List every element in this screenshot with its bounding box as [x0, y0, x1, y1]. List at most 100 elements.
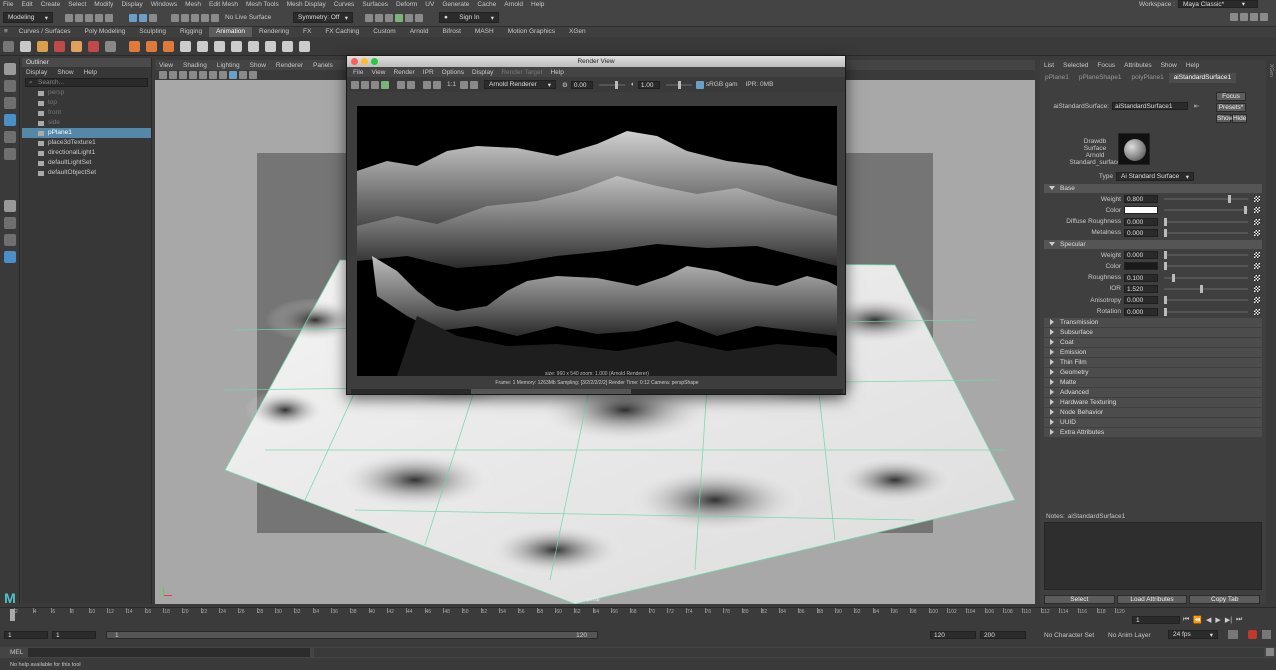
ipr-icon[interactable]: [381, 80, 389, 89]
attr-slider[interactable]: [1164, 217, 1248, 226]
symmetry-dropdown[interactable]: Symmetry: Off ▾: [293, 12, 353, 23]
outliner-item-place3dtexture1[interactable]: place3dTexture1: [22, 138, 151, 148]
render-region-icon[interactable]: [361, 80, 369, 89]
mode-dropdown[interactable]: Modeling ▾: [3, 12, 53, 23]
snap-grid-icon[interactable]: [171, 13, 179, 22]
wireframe-icon[interactable]: [209, 71, 217, 79]
shelf-tab-poly-modeling[interactable]: Poly Modeling: [77, 27, 132, 37]
loop-icon[interactable]: [1228, 630, 1238, 639]
slider-handle[interactable]: [1172, 273, 1175, 282]
slider-handle[interactable]: [1164, 296, 1167, 305]
render-menu-view[interactable]: View: [371, 69, 385, 76]
shelf-tab-sculpting[interactable]: Sculpting: [132, 27, 173, 37]
section-coat[interactable]: Coat: [1044, 338, 1262, 347]
pause-icon[interactable]: [415, 13, 423, 22]
map-texture-icon[interactable]: [1254, 218, 1260, 225]
viewport-menu-shading[interactable]: Shading: [183, 62, 207, 69]
image-plane-icon[interactable]: [189, 71, 197, 79]
rendered-image[interactable]: [357, 106, 837, 376]
slider-handle[interactable]: [1200, 284, 1203, 293]
make-live-icon[interactable]: [211, 13, 219, 22]
node-name-field[interactable]: aiStandardSurface1: [1112, 102, 1188, 110]
section-hardware-texturing[interactable]: Hardware Texturing: [1044, 398, 1262, 407]
shelf-tab-fx[interactable]: FX: [296, 27, 318, 37]
section-thin-film[interactable]: Thin Film: [1044, 358, 1262, 367]
show-button[interactable]: Show: [1216, 114, 1233, 123]
map-texture-icon[interactable]: [1254, 297, 1260, 304]
menu-uv[interactable]: UV: [425, 1, 434, 8]
map-texture-icon[interactable]: [1254, 229, 1260, 236]
lights-icon[interactable]: [239, 71, 247, 79]
playback-start-field[interactable]: 1: [52, 631, 96, 639]
menu-mesh-tools[interactable]: Mesh Tools: [246, 1, 279, 8]
character-set-label[interactable]: No Character Set: [1044, 632, 1094, 639]
menu-help[interactable]: Help: [531, 1, 544, 8]
workspace-dropdown[interactable]: Maya Classic* ▾: [1178, 0, 1258, 8]
move-tool-icon[interactable]: [3, 114, 16, 126]
menu-windows[interactable]: Windows: [151, 1, 177, 8]
section-transmission[interactable]: Transmission: [1044, 318, 1262, 327]
open-scene-icon[interactable]: [75, 13, 83, 22]
section-geometry[interactable]: Geometry: [1044, 368, 1262, 377]
time-slider[interactable]: 2 4 6 8 10 12 14 16 18 20 22 24 26 28 30 32 34 36 38 40 42 44…: [0, 607, 1276, 625]
shelf-tab-fx-caching[interactable]: FX Caching: [318, 27, 366, 37]
motion-trail-icon[interactable]: [129, 40, 140, 52]
map-texture-icon[interactable]: [1254, 274, 1260, 281]
rotate-tool-icon[interactable]: [3, 131, 16, 143]
joint-tool-icon[interactable]: [146, 40, 157, 52]
play-forward-icon[interactable]: ▶: [1215, 616, 1220, 624]
single-perspective-layout-icon[interactable]: [3, 200, 16, 212]
copy-tab-button[interactable]: Copy Tab: [1189, 595, 1261, 604]
save-scene-icon[interactable]: [85, 13, 93, 22]
real-size-button[interactable]: 1:1: [447, 81, 456, 88]
outliner-item-persp[interactable]: persp: [22, 88, 151, 98]
section-extra-attributes[interactable]: Extra Attributes: [1044, 428, 1262, 437]
redo-icon[interactable]: [105, 13, 113, 22]
menu-display[interactable]: Display: [121, 1, 142, 8]
attr-value-field[interactable]: 0.000: [1124, 296, 1158, 305]
ae-menu-attributes[interactable]: Attributes: [1124, 62, 1151, 69]
load-attributes-button[interactable]: Load Attributes: [1116, 595, 1188, 604]
attr-value-field[interactable]: 0.000: [1124, 251, 1158, 259]
gamma-slider[interactable]: [665, 80, 692, 89]
wire-icon[interactable]: [282, 40, 293, 52]
modeling-toolkit-icon[interactable]: [1230, 13, 1238, 21]
outliner-menu-help[interactable]: Help: [84, 69, 97, 76]
shelf-tab-arnold[interactable]: Arnold: [403, 27, 436, 37]
ae-menu-selected[interactable]: Selected: [1063, 62, 1088, 69]
maximize-window-icon[interactable]: [371, 58, 378, 65]
refresh-icon[interactable]: [397, 80, 405, 89]
step-forward-frame-icon[interactable]: ▶|: [1225, 616, 1232, 624]
hypershade-icon[interactable]: [395, 13, 403, 22]
ipr-render-icon[interactable]: [375, 13, 383, 22]
hide-button[interactable]: Hide: [1232, 114, 1247, 123]
shelf-tab-rendering[interactable]: Rendering: [252, 27, 296, 37]
outliner-item-top[interactable]: top: [22, 98, 151, 108]
map-texture-icon[interactable]: [1254, 207, 1260, 214]
paint-select-tool-icon[interactable]: [3, 97, 16, 109]
close-window-icon[interactable]: [351, 58, 358, 65]
key-translate-icon[interactable]: [54, 40, 65, 52]
attr-value-field[interactable]: 0.000: [1124, 307, 1158, 316]
slider-handle[interactable]: [1244, 206, 1247, 215]
exposure-slider[interactable]: [598, 80, 625, 89]
four-view-layout-icon[interactable]: [3, 217, 16, 229]
snap-curve-icon[interactable]: [181, 13, 189, 22]
new-scene-icon[interactable]: [65, 13, 73, 22]
shelf-menu-icon[interactable]: ≡: [0, 27, 12, 37]
perspective-outliner-layout-icon[interactable]: [3, 234, 16, 246]
attr-slider[interactable]: [1164, 262, 1248, 271]
menu-mesh[interactable]: Mesh: [185, 1, 201, 8]
section-node-behavior[interactable]: Node Behavior: [1044, 408, 1262, 417]
outliner-item-front[interactable]: front: [22, 108, 151, 118]
slider-handle[interactable]: [1164, 228, 1167, 237]
ae-menu-help[interactable]: Help: [1186, 62, 1199, 69]
anim-layer-label[interactable]: No Anim Layer: [1108, 632, 1151, 639]
menu-edit-mesh[interactable]: Edit Mesh: [209, 1, 238, 8]
section-advanced[interactable]: Advanced: [1044, 388, 1262, 397]
menu-curves[interactable]: Curves: [334, 1, 355, 8]
focus-button[interactable]: Focus: [1216, 92, 1246, 101]
step-back-frame-icon[interactable]: ◀: [1206, 616, 1211, 624]
menu-file[interactable]: File: [3, 1, 13, 8]
set-key-icon[interactable]: [37, 40, 48, 52]
